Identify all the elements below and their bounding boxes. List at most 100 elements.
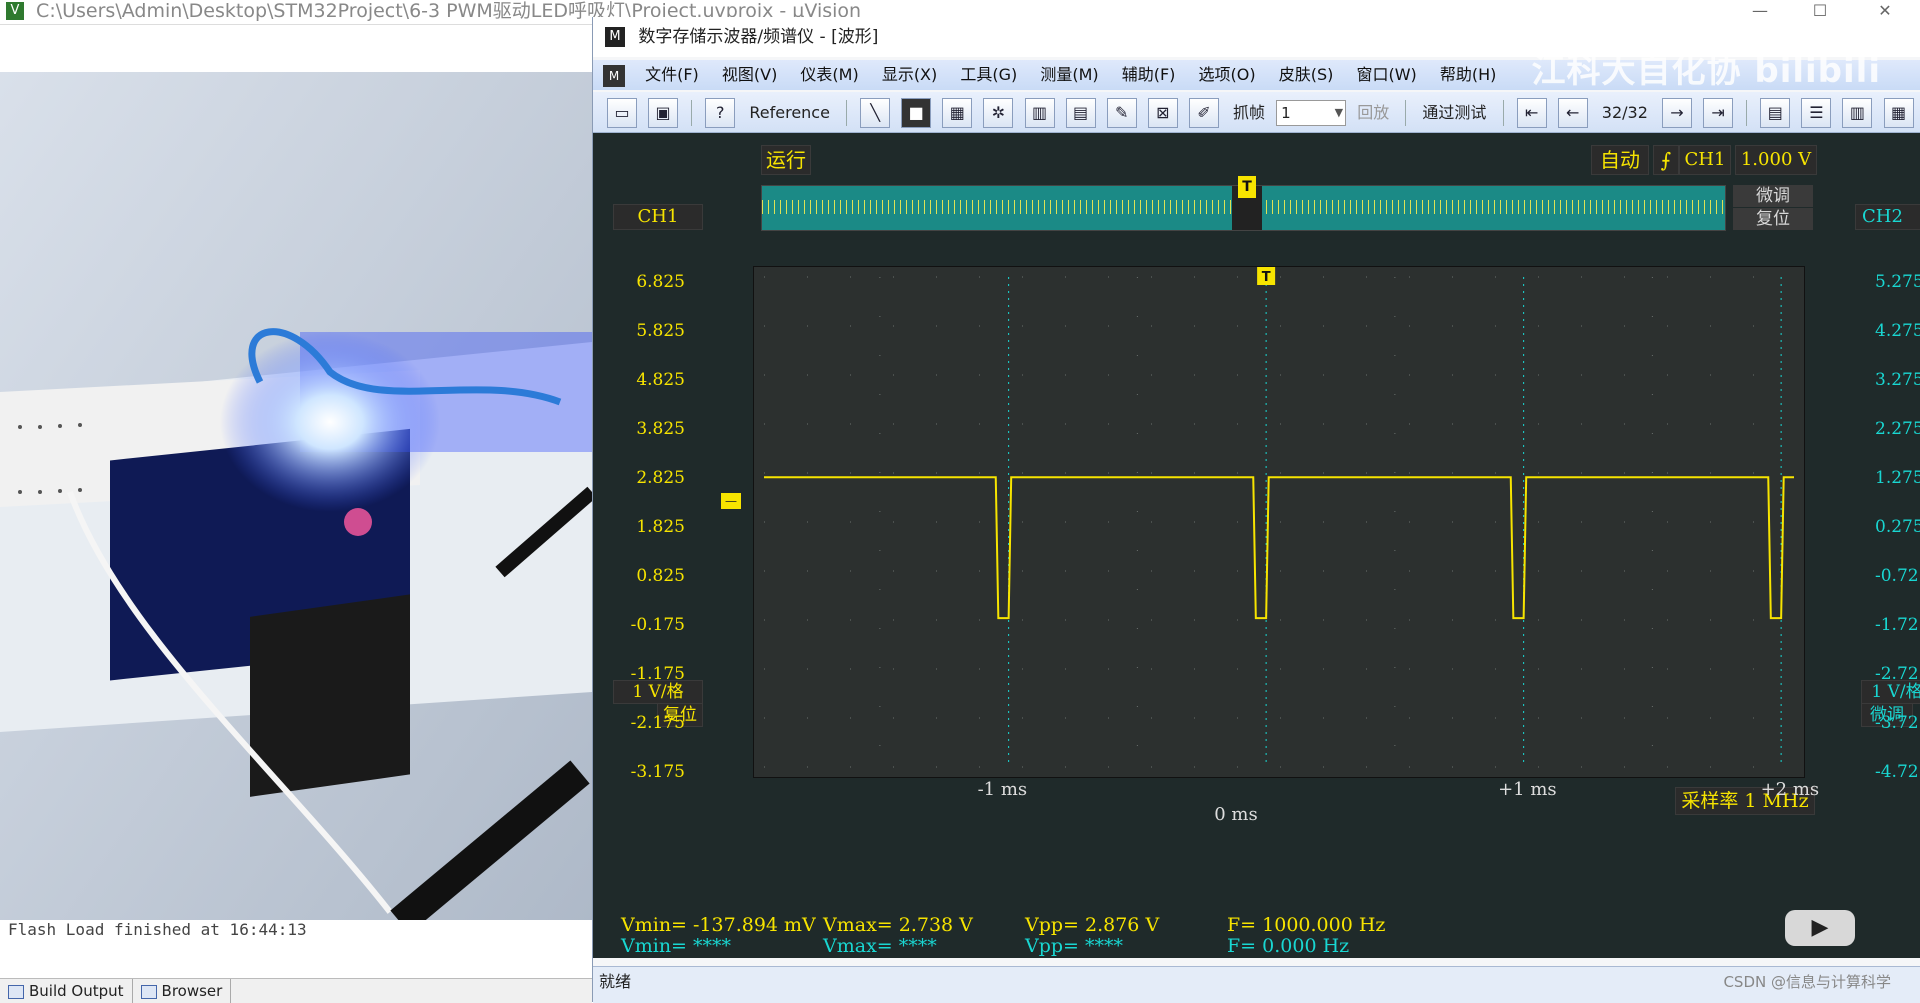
ch2-tick-label: -3.725 [1875,713,1920,733]
menu-view[interactable]: 视图(V) [713,60,786,90]
trigger-level-value[interactable]: 1.000 V [1735,145,1817,175]
trigger-position-flag-icon[interactable]: T [1238,176,1256,198]
layout-rows-icon[interactable]: ☰ [1801,97,1832,128]
ch1-tick-label: -0.175 [630,615,685,635]
ch1-tick-label: 0.825 [636,566,685,586]
ch1-tick-label: 5.825 [636,321,685,341]
ch2-tick-label: -4.725 [1875,762,1920,782]
trigger-marker-label: T [1262,270,1271,285]
waveform-svg: T [764,265,1794,768]
menu-skin[interactable]: 皮肤(S) [1270,60,1343,90]
time-axis-center: 0 ms [1214,804,1258,825]
ch2-vmax: Vmax= **** [823,935,937,957]
trigger-edge-icon[interactable]: ⨍ [1653,145,1679,175]
menu-instrument[interactable]: 仪表(M) [791,60,867,90]
zoom-fit-icon[interactable]: ⊠ [1147,97,1178,128]
ch2-tick-label: 2.275 [1875,419,1920,439]
menu-file[interactable]: 文件(F) [636,60,708,90]
ch1-vpp: Vpp= 2.876 V [1025,914,1160,936]
color-palette-icon[interactable]: ▦ [942,97,973,128]
last-frame-icon[interactable]: ⇥ [1703,97,1734,128]
breadboard-photo [0,72,592,927]
cursor-line-icon[interactable]: ╲ [860,97,891,128]
stop-icon[interactable]: ■ [901,97,932,128]
waveform-plot[interactable]: T [753,265,1805,778]
help-icon[interactable]: ? [705,97,736,128]
osc-statusbar: 就绪 CSDN @信息与计算科学 [593,966,1920,1003]
menu-tools[interactable]: 工具(G) [951,60,1026,90]
toolbar-divider [1405,99,1407,126]
run-state-button[interactable]: 运行 [761,145,811,175]
save-icon[interactable]: ▣ [648,97,679,128]
toolbar-divider [1746,99,1748,126]
capture-count-value: 1 [1281,103,1291,122]
time-tick-label: +2 ms [1760,779,1820,800]
toolbar-divider [691,99,693,126]
ch2-tick-label: 3.275 [1875,370,1920,390]
ch1-tick-label: 1.825 [636,517,685,537]
capture-count-select[interactable]: 1 ▼ [1276,99,1347,126]
menu-measure[interactable]: 测量(M) [1031,60,1107,90]
video-watermark: 江科大自化协 bilibili [1531,51,1881,91]
reference-button[interactable]: Reference [749,93,830,133]
waveform-overview-bar[interactable]: T [761,176,1726,231]
open-file-icon[interactable]: ▭ [607,97,637,128]
next-frame-icon[interactable]: → [1661,97,1692,128]
osc-menu-logo-icon[interactable]: M [603,64,625,87]
toolbar-divider [846,99,848,126]
ch2-label[interactable]: CH2 [1855,204,1920,230]
uvision-app-icon: V [6,2,24,20]
chevron-down-icon: ▼ [1334,105,1344,119]
ch1-tick-label: -1.175 [630,664,685,684]
time-tick-label: +1 ms [1498,779,1557,800]
first-frame-icon[interactable]: ⇤ [1516,97,1547,128]
edit-icon[interactable]: ✎ [1106,97,1137,128]
osc-menubar: M 文件(F) 视图(V) 仪表(M) 显示(X) 工具(G) 测量(M) 辅助… [593,54,1920,90]
build-output-line: Flash Load finished at 16:44:13 [0,920,600,940]
layout-columns-icon[interactable]: ▥ [1842,97,1873,128]
tab-build-output[interactable]: Build Output [0,979,133,1003]
ch1-tick-label: 3.825 [636,419,685,439]
pen-tool-icon[interactable]: ✐ [1188,97,1219,128]
spectrum-icon[interactable]: ✲ [983,97,1014,128]
layout-grid-icon[interactable]: ▦ [1883,97,1914,128]
menu-help[interactable]: 帮助(H) [1431,60,1506,90]
ch1-tick-label: 2.825 [636,468,685,488]
osc-window-title: 数字存储示波器/频谱仪 - [波形] [638,27,879,47]
tab-browser[interactable]: Browser [133,979,232,1003]
ch1-offset-marker-icon[interactable]: — [721,493,741,509]
overview-fine-button[interactable]: 微调 [1733,185,1813,207]
layout-single-icon[interactable]: ▤ [1760,97,1791,128]
toolbar-divider [1502,99,1504,126]
oscilloscope-window: M 数字存储示波器/频谱仪 - [波形] M 文件(F) 视图(V) 仪表(M)… [592,17,1920,1003]
trigger-source-button[interactable]: CH1 [1679,145,1731,175]
capture-label: 抓帧 [1232,102,1265,122]
pass-test-button[interactable]: 通过测试 [1422,93,1486,133]
tab-build-output-label: Build Output [29,982,124,1000]
menu-display[interactable]: 显示(X) [873,60,946,90]
ch1-tick-label: -2.175 [630,713,685,733]
menu-window[interactable]: 窗口(W) [1347,60,1425,90]
playback-button[interactable]: 回放 [1357,93,1389,133]
ch1-vmin: Vmin= -137.894 mV [621,914,816,936]
ch1-frequency: F= 1000.000 Hz [1227,914,1386,936]
osc-toolbar: ▭ ▣ ? Reference ╲ ■ ▦ ✲ ▥ ▤ ✎ ⊠ ✐ 抓帧 1 ▼ … [593,92,1920,133]
measurement-panel: Vmin= -137.894 mV Vmax= 2.738 V Vpp= 2.8… [593,902,1920,957]
ch2-tick-label: -0.725 [1875,566,1920,586]
ch1-label[interactable]: CH1 [613,204,703,230]
menu-assist[interactable]: 辅助(F) [1113,60,1185,90]
overview-reset-button[interactable]: 复位 [1733,208,1813,230]
video-play-icon[interactable]: ▶ [1785,910,1855,946]
prev-frame-icon[interactable]: ← [1557,97,1588,128]
ch1-tick-label: 4.825 [636,370,685,390]
camera-video-frame [0,72,592,927]
ch1-waveform-line [764,476,1794,620]
multi-view-icon[interactable]: ▤ [1065,97,1096,128]
browser-icon [140,984,157,999]
osc-app-icon: M [605,27,625,47]
columns-icon[interactable]: ▥ [1024,97,1055,128]
menu-options[interactable]: 选项(O) [1190,60,1265,90]
trigger-mode-button[interactable]: 自动 [1591,145,1649,175]
tab-browser-label: Browser [161,982,223,1000]
bottom-tab-bar: Build Output Browser [0,978,592,1003]
